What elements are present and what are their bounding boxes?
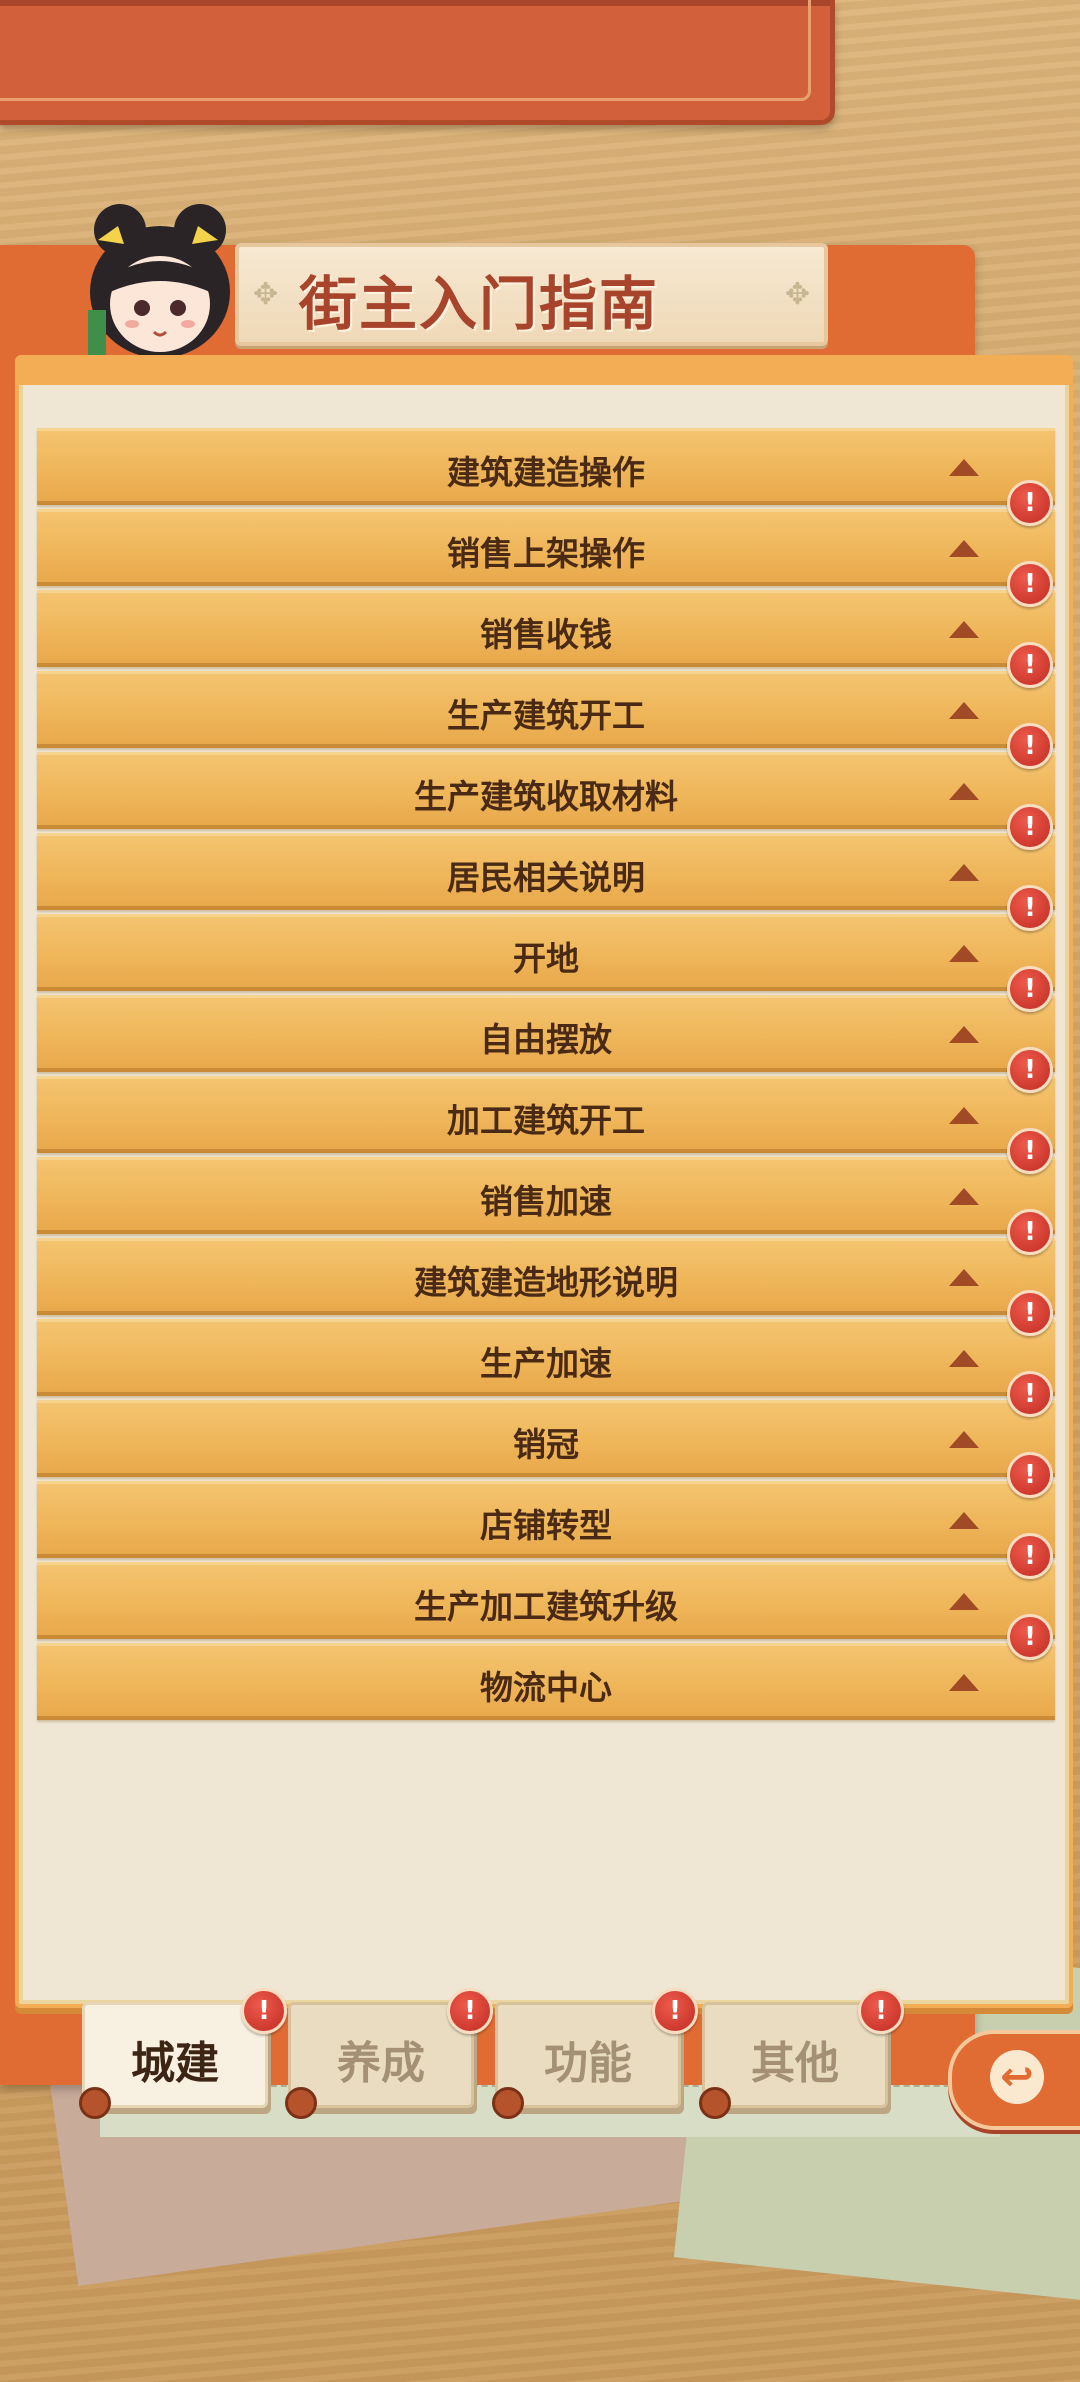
guide-item-collect-materials[interactable]: 生产建筑收取材料 [37, 752, 1055, 829]
notification-badge-icon: ! [1007, 1128, 1053, 1174]
tab-label: 其他 [751, 2038, 839, 2089]
pin-icon [699, 2087, 731, 2119]
guide-item-processing-start[interactable]: 加工建筑开工 [37, 1076, 1055, 1153]
guide-item-label: 居民相关说明 [447, 858, 645, 897]
pin-icon [79, 2087, 111, 2119]
notification-badge-icon: ! [1007, 480, 1053, 526]
notification-badge-icon: ! [652, 1988, 698, 2034]
expand-arrow-icon [949, 1674, 979, 1691]
tab-city-building[interactable]: 城建 [79, 2002, 268, 2119]
guide-item-label: 销售加速 [480, 1182, 612, 1221]
guide-item-label: 生产加速 [480, 1344, 612, 1383]
title-deco-left-icon: ✥ [253, 277, 279, 312]
guide-item-sales-listing[interactable]: 销售上架操作 [37, 509, 1055, 586]
expand-arrow-icon [949, 1512, 979, 1529]
notification-badge-icon: ! [1007, 1371, 1053, 1417]
guide-item-label: 开地 [513, 939, 579, 978]
guide-item-sales-speedup[interactable]: 销售加速 [37, 1157, 1055, 1234]
tab-label: 功能 [544, 2038, 632, 2089]
guide-item-building-construction[interactable]: 建筑建造操作 [37, 428, 1055, 505]
guide-item-terrain[interactable]: 建筑建造地形说明 [37, 1238, 1055, 1315]
top-board [0, 0, 835, 125]
expand-arrow-icon [949, 621, 979, 638]
tab-label: 养成 [337, 2038, 425, 2089]
back-button[interactable]: ↩ [948, 2030, 1080, 2130]
pin-icon [492, 2087, 524, 2119]
expand-arrow-icon [949, 702, 979, 719]
guide-item-label: 建筑建造操作 [447, 453, 645, 492]
notification-badge-icon: ! [1007, 1047, 1053, 1093]
notification-badge-icon: ! [1007, 561, 1053, 607]
page-title: 街主入门指南 [299, 270, 660, 338]
expand-arrow-icon [949, 1350, 979, 1367]
expand-arrow-icon [949, 459, 979, 476]
guide-item-open-land[interactable]: 开地 [37, 914, 1055, 991]
guide-item-label: 销冠 [513, 1425, 579, 1464]
expand-arrow-icon [949, 783, 979, 800]
expand-arrow-icon [949, 1188, 979, 1205]
guide-item-label: 销售上架操作 [447, 534, 645, 573]
expand-arrow-icon [949, 540, 979, 557]
back-arrow-icon: ↩ [990, 2050, 1044, 2104]
guide-item-sales-champion[interactable]: 销冠 [37, 1400, 1055, 1477]
guide-item-production-start[interactable]: 生产建筑开工 [37, 671, 1055, 748]
notification-badge-icon: ! [1007, 642, 1053, 688]
guide-item-label: 生产建筑开工 [447, 696, 645, 735]
tab-development[interactable]: 养成 [285, 2002, 474, 2119]
expand-arrow-icon [949, 1593, 979, 1610]
notification-badge-icon: ! [1007, 1614, 1053, 1660]
pin-icon [285, 2087, 317, 2119]
guide-item-logistics-center[interactable]: 物流中心 [37, 1643, 1055, 1720]
guide-item-label: 店铺转型 [480, 1506, 612, 1545]
expand-arrow-icon [949, 864, 979, 881]
guide-character-avatar [88, 204, 230, 360]
notification-badge-icon: ! [1007, 885, 1053, 931]
guide-item-shop-transform[interactable]: 店铺转型 [37, 1481, 1055, 1558]
guide-item-label: 加工建筑开工 [447, 1101, 645, 1140]
guide-item-label: 建筑建造地形说明 [414, 1263, 678, 1302]
guide-item-label: 生产建筑收取材料 [414, 777, 678, 816]
guide-item-label: 销售收钱 [480, 615, 612, 654]
guide-item-free-placement[interactable]: 自由摆放 [37, 995, 1055, 1072]
tab-label: 城建 [131, 2038, 219, 2089]
expand-arrow-icon [949, 1431, 979, 1448]
guide-item-building-upgrade[interactable]: 生产加工建筑升级 [37, 1562, 1055, 1639]
title-banner: ✥ 街主入门指南 ✥ [235, 243, 828, 346]
notification-badge-icon: ! [447, 1988, 493, 2034]
guide-item-label: 物流中心 [480, 1668, 612, 1707]
notification-badge-icon: ! [1007, 723, 1053, 769]
notification-badge-icon: ! [1007, 966, 1053, 1012]
guide-item-residents[interactable]: 居民相关说明 [37, 833, 1055, 910]
expand-arrow-icon [949, 1107, 979, 1124]
expand-arrow-icon [949, 945, 979, 962]
guide-item-collect-money[interactable]: 销售收钱 [37, 590, 1055, 667]
title-deco-right-icon: ✥ [784, 277, 810, 312]
notification-badge-icon: ! [1007, 1533, 1053, 1579]
guide-list: 建筑建造操作 销售上架操作 销售收钱 生产建筑开工 生产建筑收取材料 居民相关说… [23, 385, 1065, 2000]
notification-badge-icon: ! [1007, 804, 1053, 850]
guide-item-production-speedup[interactable]: 生产加速 [37, 1319, 1055, 1396]
notification-badge-icon: ! [1007, 1209, 1053, 1255]
guide-item-label: 生产加工建筑升级 [414, 1587, 678, 1626]
notification-badge-icon: ! [1007, 1452, 1053, 1498]
notification-badge-icon: ! [858, 1988, 904, 2034]
notification-badge-icon: ! [1007, 1290, 1053, 1336]
guide-panel: 建筑建造操作 销售上架操作 销售收钱 生产建筑开工 生产建筑收取材料 居民相关说… [15, 355, 1073, 2008]
guide-item-label: 自由摆放 [480, 1020, 612, 1059]
expand-arrow-icon [949, 1026, 979, 1043]
expand-arrow-icon [949, 1269, 979, 1286]
notification-badge-icon: ! [241, 1988, 287, 2034]
